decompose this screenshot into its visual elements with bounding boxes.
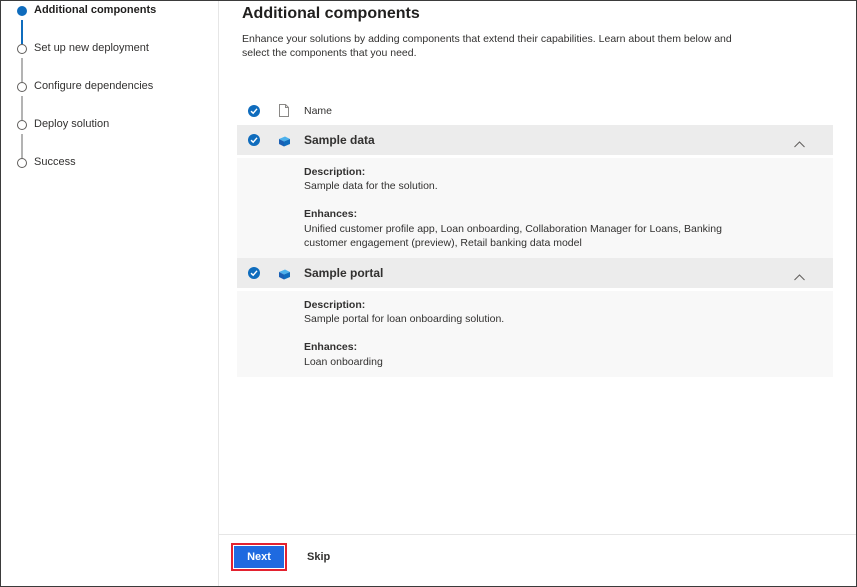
- description-label: Description:: [304, 299, 366, 311]
- page-title: Additional components: [242, 5, 420, 22]
- file-type-icon: [279, 104, 289, 122]
- step-label: Deploy solution: [34, 118, 110, 130]
- description-value: Sample portal for loan onboarding soluti…: [304, 313, 505, 325]
- next-button[interactable]: Next: [231, 543, 287, 571]
- components-table: Name Sample data Description: Sample dat…: [237, 97, 833, 377]
- step-label: Set up new deployment: [34, 42, 149, 54]
- step-pending-dot-icon: [17, 158, 27, 168]
- step-pending-dot-icon: [17, 120, 27, 130]
- component-checkbox[interactable]: [248, 134, 260, 146]
- enhances-value: Unified customer profile app, Loan onboa…: [304, 223, 722, 249]
- component-icon: [278, 134, 291, 152]
- checkmark-icon: [250, 137, 258, 144]
- step-label: Additional components: [34, 4, 157, 16]
- component-group-sample-portal: Sample portal Description: Sample portal…: [237, 258, 833, 377]
- table-header-row: Name: [237, 97, 833, 125]
- stepper-sidebar: Additional components Set up new deploym…: [1, 1, 219, 586]
- description-value: Sample data for the solution.: [304, 180, 438, 192]
- step-connector: [21, 58, 23, 82]
- group-header[interactable]: Sample data: [237, 125, 833, 155]
- step-pending-dot-icon: [17, 44, 27, 54]
- column-header-name[interactable]: Name: [304, 105, 332, 117]
- chevron-up-icon[interactable]: [794, 268, 805, 286]
- component-group-sample-data: Sample data Description: Sample data for…: [237, 125, 833, 258]
- group-details: Description: Sample data for the solutio…: [237, 158, 833, 258]
- checkmark-icon: [250, 108, 258, 115]
- enhances-label: Enhances:: [304, 208, 358, 220]
- skip-button[interactable]: Skip: [305, 549, 332, 565]
- component-icon: [278, 267, 291, 285]
- footer-divider: [219, 534, 856, 535]
- component-name: Sample data: [304, 133, 375, 147]
- step-connector: [21, 20, 23, 44]
- checkmark-icon: [250, 270, 258, 277]
- step-label: Success: [34, 156, 76, 168]
- step-pending-dot-icon: [17, 82, 27, 92]
- step-connector: [21, 96, 23, 120]
- select-all-checkbox[interactable]: [248, 105, 260, 117]
- next-button-label: Next: [234, 546, 284, 568]
- main-panel: Additional components Enhance your solut…: [219, 1, 856, 586]
- enhances-label: Enhances:: [304, 341, 358, 353]
- chevron-up-icon[interactable]: [794, 135, 805, 153]
- description-label: Description:: [304, 166, 366, 178]
- step-label: Configure dependencies: [34, 80, 154, 92]
- page-description: Enhance your solutions by adding compone…: [242, 33, 732, 59]
- component-name: Sample portal: [304, 266, 384, 280]
- group-header[interactable]: Sample portal: [237, 258, 833, 288]
- group-details: Description: Sample portal for loan onbo…: [237, 291, 833, 377]
- step-active-dot-icon: [17, 6, 27, 16]
- enhances-value: Loan onboarding: [304, 356, 383, 368]
- component-checkbox[interactable]: [248, 267, 260, 279]
- step-connector: [21, 134, 23, 158]
